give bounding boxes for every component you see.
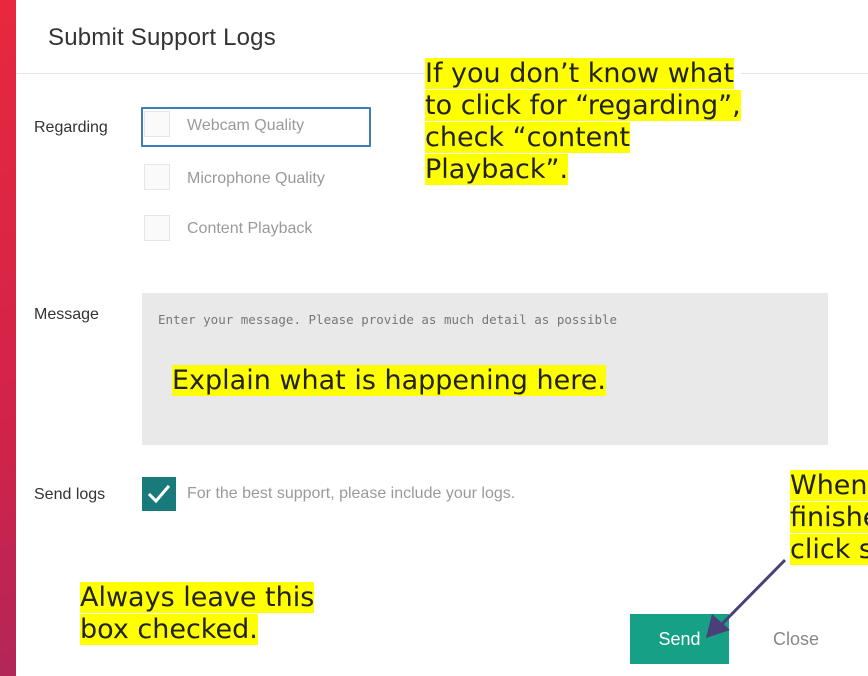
arrow-to-send-icon bbox=[706, 558, 787, 638]
